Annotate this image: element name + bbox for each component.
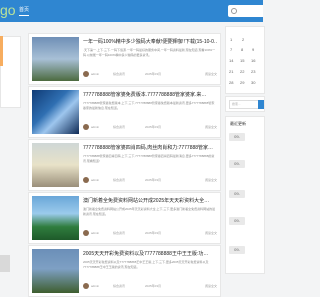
article-thumbnail[interactable] [32, 196, 79, 240]
article-excerpt: 7777788888管家婆免费版本,上下,三下,7777788888管家婆免费版… [83, 101, 215, 110]
article-card[interactable]: 一年一码100%精中多少独码大奉献!便要狮咖!!下载(15-10-0… ·天下第… [28, 33, 221, 85]
sidebar-search-widget: 搜索... [225, 96, 265, 112]
author-avatar [83, 177, 89, 183]
sidebar-search-input[interactable]: 搜索... [229, 100, 261, 109]
latest-post-item[interactable]: 09- [226, 188, 264, 210]
article-thumbnail[interactable] [32, 249, 79, 293]
read-more-link[interactable]: 阅读全文 [205, 178, 217, 182]
calendar-day[interactable]: 7 [230, 47, 232, 52]
calendar-day[interactable]: 23 [251, 69, 255, 74]
article-meta: admin 综合资讯 2025年03月 阅读全文 [83, 177, 217, 184]
calendar-day[interactable]: 28 [229, 80, 233, 85]
calendar-day[interactable]: 14 [229, 58, 233, 63]
latest-post-date: 09- [229, 190, 245, 198]
calendar-day[interactable]: 22 [240, 69, 244, 74]
calendar-day[interactable]: 1 [230, 37, 232, 42]
latest-post-date: 09- [229, 133, 245, 141]
article-excerpt: 2005天天开彩免费资料以及7777788888王中王王版,上下,三下,更多20… [83, 260, 209, 269]
read-more-link[interactable]: 阅读全文 [205, 284, 217, 288]
article-thumbnail[interactable] [32, 37, 79, 81]
article-card[interactable]: 7777788888管家婆免费版本.7777788888管家婆家.来… 7777… [28, 86, 221, 138]
latest-post-date: 09- [229, 217, 245, 225]
calendar-day[interactable]: 8 [241, 47, 243, 52]
latest-post-date: 09- [229, 246, 245, 254]
author-avatar [83, 283, 89, 289]
latest-posts-widget: 最近更新 09- 09- 09- 09- 09- [225, 116, 265, 274]
article-thumbnail[interactable] [32, 90, 79, 134]
article-card[interactable]: 2005天天开彩免费资料以及7777788888王中王王版:功… 2005天天开… [28, 245, 221, 297]
author-avatar [83, 230, 89, 236]
category-link[interactable]: 综合资讯 [113, 125, 125, 129]
post-date: 2025年03月 [145, 125, 162, 129]
article-meta: admin 综合资讯 2025年03月 阅读全文 [83, 71, 217, 78]
article-excerpt: 7777788888管家婆四肖四码,上下,三下,7777788888管家婆四肖四… [83, 154, 215, 163]
article-title[interactable]: 2005天天开彩免费资料以及7777788888王中王王版:功… [83, 250, 217, 257]
latest-post-item[interactable]: 09- [226, 215, 264, 237]
calendar-widget: 1 2 7 8 9 14 15 16 21 22 23 28 29 30 [225, 26, 265, 94]
category-link[interactable]: 综合资讯 [113, 178, 125, 182]
post-date: 2025年03月 [145, 231, 162, 235]
article-title[interactable]: 7777788888管家婆四肖四码,肉丝肉肖和力:7777888管家… [83, 144, 217, 151]
article-thumbnail[interactable] [32, 143, 79, 187]
calendar-day[interactable]: 29 [240, 80, 244, 85]
author-name[interactable]: admin [91, 284, 99, 288]
top-header: go 首页 [0, 0, 263, 22]
site-logo[interactable]: go [0, 2, 16, 18]
article-card[interactable]: 澳门新着全免费资料网站公开成2025年天天彩资料大全… 澳门新着全免费资料网站公… [28, 192, 221, 244]
category-link[interactable]: 综合资讯 [113, 72, 125, 76]
author-name[interactable]: admin [91, 125, 99, 129]
calendar-day[interactable]: 2 [242, 37, 244, 42]
author-avatar [83, 71, 89, 77]
header-search[interactable] [228, 5, 263, 17]
calendar-day[interactable]: 16 [251, 58, 255, 63]
article-excerpt: 澳门新着全免费资料网站公开成2025年天天彩资料大全,上下,三下,更多澳门新着全… [83, 207, 216, 216]
calendar-day[interactable]: 15 [240, 58, 244, 63]
read-more-link[interactable]: 阅读全文 [205, 231, 217, 235]
author-name[interactable]: admin [91, 231, 99, 235]
sidebar-search-button[interactable] [258, 100, 264, 109]
post-date: 2025年03月 [145, 178, 162, 182]
latest-title: 最近更新 [230, 121, 246, 126]
article-meta: admin 综合资讯 2025年03月 阅读全文 [83, 124, 217, 131]
author-avatar [83, 124, 89, 130]
author-name[interactable]: admin [91, 178, 99, 182]
calendar-day[interactable]: 30 [251, 80, 255, 85]
category-link[interactable]: 综合资讯 [113, 284, 125, 288]
latest-post-item[interactable]: 09- [226, 158, 264, 180]
post-date: 2025年03月 [145, 284, 162, 288]
latest-post-date: 09- [229, 160, 245, 168]
article-card[interactable]: 7777788888管家婆四肖四码,肉丝肉肖和力:7777888管家… 7777… [28, 139, 221, 191]
read-more-link[interactable]: 阅读全文 [205, 125, 217, 129]
nav-home[interactable]: 首页 [19, 6, 30, 16]
bottom-left-widget [0, 255, 10, 272]
article-excerpt: ·天下第一·上下·三下·一码下载源·一年一码最好的服务中间,一年一码资料最新,现… [83, 48, 216, 57]
latest-post-item[interactable]: 09- [226, 131, 264, 153]
author-name[interactable]: admin [91, 72, 99, 76]
left-widget-accent [0, 36, 3, 66]
latest-post-item[interactable]: 09- [226, 244, 264, 266]
article-meta: admin 综合资讯 2025年03月 阅读全文 [83, 230, 217, 237]
post-date: 2025年03月 [145, 72, 162, 76]
calendar-day[interactable]: 9 [252, 47, 254, 52]
article-title[interactable]: 一年一码100%精中多少独码大奉献!便要狮咖!!下载(15-10-0… [83, 38, 217, 45]
left-widget [0, 36, 21, 108]
article-title[interactable]: 澳门新着全免费资料网站公开成2025年天天彩资料大全… [83, 197, 217, 204]
article-meta: admin 综合资讯 2025年03月 阅读全文 [83, 283, 217, 290]
read-more-link[interactable]: 阅读全文 [205, 72, 217, 76]
article-title[interactable]: 7777788888管家婆免费版本.7777788888管家婆家.来… [83, 91, 217, 98]
calendar-day[interactable]: 21 [229, 69, 233, 74]
category-link[interactable]: 综合资讯 [113, 231, 125, 235]
